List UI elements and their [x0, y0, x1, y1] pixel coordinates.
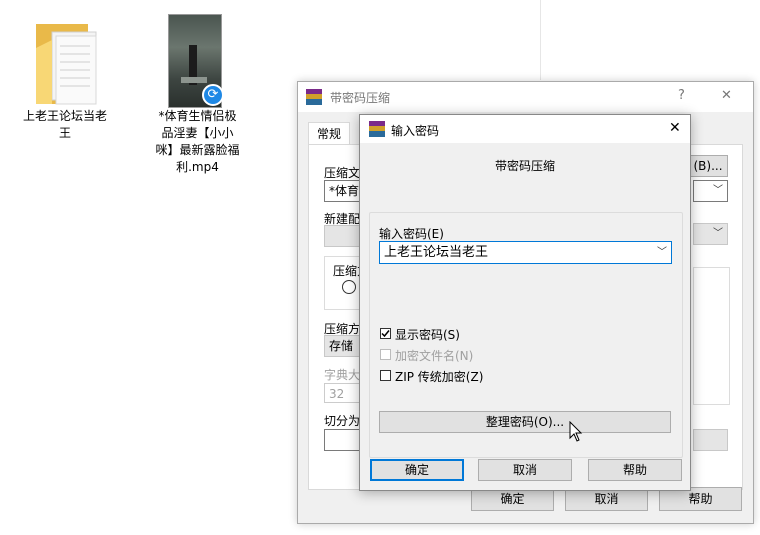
password-help-button[interactable]: 帮助: [588, 459, 682, 481]
password-dialog-title: 输入密码: [391, 124, 440, 138]
dictionary-label: 字典大: [324, 368, 361, 382]
format-radio[interactable]: [342, 280, 356, 294]
password-cancel-button[interactable]: 取消: [478, 459, 572, 481]
password-value: 上老王论坛当老王: [384, 245, 489, 260]
dictionary-combo[interactable]: 32: [324, 383, 364, 403]
password-dialog-titlebar: 输入密码 ✕: [360, 115, 690, 143]
archive-dialog-titlebar: 带密码压缩 ? ✕: [298, 82, 753, 112]
organize-passwords-button[interactable]: 整理密码(O)...: [379, 411, 671, 433]
zip-legacy-label[interactable]: ZIP 传统加密(Z): [395, 368, 483, 385]
compress-file-label: 压缩文: [324, 166, 361, 180]
split-combo[interactable]: [324, 429, 364, 451]
chevron-down-icon[interactable]: ﹀: [657, 242, 667, 263]
archive-name-combo-arrow[interactable]: ﹀: [693, 180, 728, 202]
close-icon[interactable]: ✕: [721, 88, 732, 103]
options-box: [693, 267, 730, 405]
split-combo-right[interactable]: [693, 429, 728, 451]
encrypt-filenames-label[interactable]: 加密文件名(N): [395, 347, 473, 364]
desktop-video-item[interactable]: ⟳ *体育生情侣极 品淫妻【小小 咪】最新露脸福 利.mp4: [140, 10, 255, 180]
winrar-icon: [306, 89, 322, 105]
password-ok-button[interactable]: 确定: [370, 459, 464, 481]
folder-icon: [36, 24, 97, 105]
password-combo[interactable]: 上老王论坛当老王 ﹀: [379, 241, 672, 264]
config-combo[interactable]: [324, 225, 364, 247]
compression-method-combo[interactable]: 存储: [324, 335, 364, 357]
config-combo-arrow[interactable]: ﹀: [693, 223, 728, 245]
password-dialog: 输入密码 ✕ 带密码压缩 输入密码(E) 上老王论坛当老王 ﹀ 显示密码(S) …: [359, 114, 691, 491]
password-dialog-heading: 带密码压缩: [494, 159, 555, 173]
help-icon[interactable]: ?: [678, 88, 685, 103]
archive-dialog-title: 带密码压缩: [330, 91, 391, 105]
show-password-label[interactable]: 显示密码(S): [395, 326, 460, 343]
checkmark-icon: [381, 330, 390, 338]
desktop-folder-item[interactable]: 上老王论坛当老 王: [10, 10, 120, 150]
media-player-badge-icon: ⟳: [202, 84, 224, 106]
split-label: 切分为: [324, 414, 361, 428]
tab-general[interactable]: 常规: [308, 122, 350, 145]
archive-name-field[interactable]: *体育: [324, 180, 364, 202]
winrar-icon: [369, 121, 385, 137]
close-icon[interactable]: ✕: [669, 120, 681, 136]
password-label: 输入密码(E): [379, 227, 444, 241]
show-password-checkbox[interactable]: [380, 328, 391, 339]
folder-label: 上老王论坛当老 王: [22, 109, 107, 140]
background-divider: [540, 0, 541, 80]
mouse-cursor-icon: [569, 421, 583, 442]
video-label: *体育生情侣极 品淫妻【小小 咪】最新露脸福 利.mp4: [155, 109, 240, 174]
encrypt-filenames-checkbox[interactable]: [380, 349, 391, 360]
browse-button[interactable]: (B)...: [688, 155, 728, 177]
zip-legacy-checkbox[interactable]: [380, 370, 391, 381]
